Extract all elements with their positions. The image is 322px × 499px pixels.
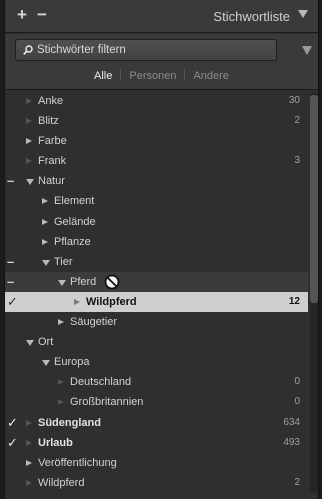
leaf-triangle-icon [26, 98, 32, 104]
checkmark-icon[interactable]: ✓ [7, 292, 18, 312]
keyword-count: 0 [294, 376, 300, 388]
keyword-label: Großbritannien [70, 396, 144, 409]
keyword-label: Europa [54, 356, 90, 369]
keyword-row[interactable]: Wildpferd 2 [5, 473, 308, 493]
checkmark-icon[interactable]: ✓ [7, 433, 18, 453]
collapsed-triangle-icon[interactable] [42, 238, 48, 245]
keyword-row[interactable]: Pflanze [5, 232, 308, 252]
collapsed-triangle-icon[interactable] [42, 198, 48, 205]
keyword-label: Natur [38, 175, 65, 188]
keyword-label: Gelände [54, 215, 96, 228]
keyword-row[interactable]: Frank 3 [5, 151, 308, 171]
collapsed-triangle-icon[interactable] [26, 138, 32, 145]
keyword-label: Wildpferd [38, 476, 85, 489]
keyword-row[interactable]: Ort [5, 332, 308, 352]
minus-marker-icon[interactable]: – [7, 272, 14, 292]
collapsed-triangle-icon[interactable] [26, 459, 32, 466]
search-icon [23, 45, 33, 55]
keyword-row[interactable]: ✓ Wildpferd 12 [5, 291, 308, 313]
keyword-row[interactable]: Veröffentlichung [5, 453, 308, 473]
keyword-row[interactable]: – Tier [5, 252, 308, 272]
keyword-row[interactable]: Blitz 2 [5, 111, 308, 131]
keyword-count: 30 [288, 95, 300, 106]
expanded-triangle-icon[interactable] [42, 360, 50, 367]
keyword-label: Pflanze [54, 235, 91, 248]
keyword-count: 0 [294, 396, 300, 408]
leaf-triangle-icon [26, 158, 32, 165]
filter-bar: Stichwörter filtern Alle Personen Andere [5, 34, 318, 90]
keyword-row[interactable]: Gelände [5, 212, 308, 232]
keyword-count: 493 [283, 436, 300, 448]
expanded-triangle-icon[interactable] [42, 259, 50, 266]
minus-marker-icon[interactable]: – [7, 252, 14, 272]
keyword-label: Tier [54, 255, 73, 268]
collapsed-triangle-icon[interactable] [58, 319, 64, 326]
scrollbar-thumb[interactable] [310, 95, 318, 303]
collapse-panel-icon[interactable] [298, 10, 308, 18]
keyword-row[interactable]: – Pferd [5, 271, 308, 292]
leaf-triangle-icon [58, 399, 64, 406]
leaf-triangle-icon [26, 118, 32, 125]
tab-alle[interactable]: Alle [86, 70, 120, 82]
minus-marker-icon[interactable]: – [7, 171, 14, 191]
add-keyword-button[interactable]: + [14, 6, 30, 24]
filter-tabs: Alle Personen Andere [5, 69, 318, 82]
keyword-label: Anke [38, 95, 64, 107]
checkmark-icon[interactable]: ✓ [7, 413, 18, 433]
keyword-count: 3 [294, 155, 300, 167]
leaf-triangle-icon [58, 379, 64, 386]
expanded-triangle-icon[interactable] [26, 340, 34, 347]
keyword-label: Element [54, 195, 95, 208]
keyword-row[interactable]: Deutschland 0 [5, 372, 308, 392]
expanded-triangle-icon[interactable] [26, 179, 34, 186]
keyword-label: Ort [38, 336, 54, 349]
keyword-row[interactable]: ✓ Urlaub 493 [5, 433, 308, 453]
keyword-label: Urlaub [38, 436, 73, 449]
leaf-triangle-icon [26, 419, 32, 426]
tab-andere[interactable]: Andere [185, 70, 236, 82]
panel-title: Stichwortliste [213, 9, 290, 24]
keyword-label: Pferd [70, 275, 97, 288]
keyword-label: Veröffentlichung [38, 456, 117, 469]
search-placeholder: Stichwörter filtern [37, 44, 126, 56]
keyword-label: Südengland [38, 416, 101, 429]
collapsed-triangle-icon[interactable] [42, 218, 48, 225]
no-entry-cursor-icon [104, 274, 120, 290]
keyword-row[interactable]: ✓ Südengland 634 [5, 413, 308, 433]
keyword-count: 12 [288, 295, 300, 307]
keyword-label: Blitz [38, 115, 59, 128]
keyword-label: Säugetier [70, 316, 118, 329]
keyword-count: 634 [283, 416, 300, 428]
remove-keyword-button[interactable]: − [34, 6, 50, 24]
keyword-row[interactable]: Säugetier [5, 312, 308, 332]
keyword-row[interactable]: Europa [5, 352, 308, 372]
keyword-list: Anke 30 Blitz 2 Farbe Frank 3 – Natur Element Gelä… [5, 91, 308, 493]
tab-personen[interactable]: Personen [121, 70, 184, 82]
keyword-label: Frank [38, 155, 67, 168]
keyword-list-panel: + − Stichwortliste Stichwörter filtern A… [4, 0, 319, 499]
keyword-filter-input[interactable]: Stichwörter filtern [15, 39, 277, 61]
leaf-triangle-icon [74, 298, 80, 305]
leaf-triangle-icon [26, 439, 32, 446]
keyword-label: Wildpferd [86, 295, 137, 308]
keyword-label: Deutschland [70, 376, 132, 389]
keyword-row[interactable]: Großbritannien 0 [5, 392, 308, 412]
keyword-count: 2 [294, 476, 300, 488]
panel-header[interactable]: + − Stichwortliste [5, 0, 318, 33]
keyword-row[interactable]: Element [5, 191, 308, 211]
keyword-row[interactable]: Farbe [5, 131, 308, 151]
keyword-row[interactable]: Anke 30 [5, 91, 308, 111]
keyword-count: 2 [294, 115, 300, 127]
scrollbar[interactable] [310, 93, 318, 493]
keyword-row[interactable]: – Natur [5, 171, 308, 191]
expanded-triangle-icon[interactable] [58, 279, 66, 286]
leaf-triangle-icon [26, 479, 32, 486]
keyword-label: Farbe [38, 135, 67, 148]
filter-menu-icon[interactable] [302, 46, 312, 55]
